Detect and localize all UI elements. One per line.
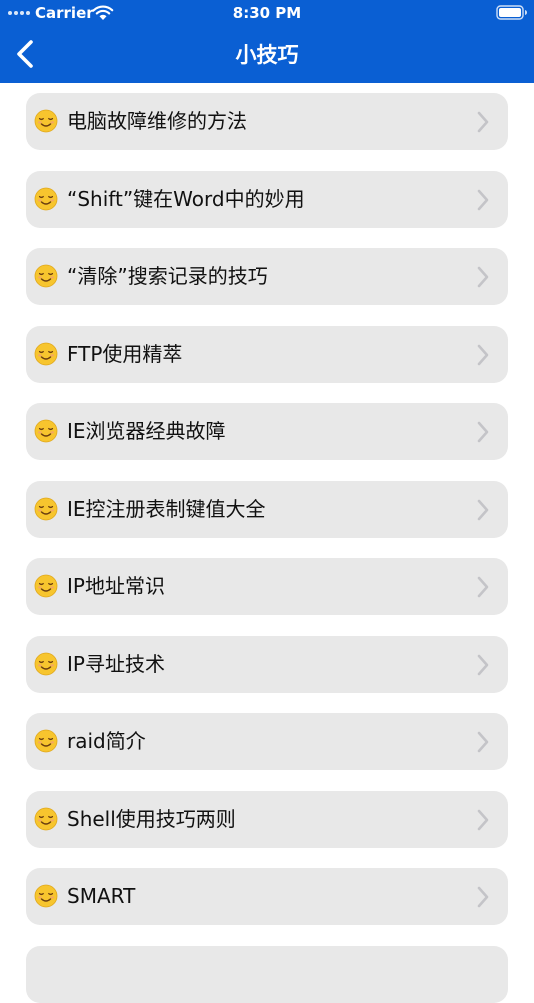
list-item[interactable]: FTP使用精萃 bbox=[26, 326, 508, 383]
chevron-right-icon bbox=[477, 576, 489, 598]
list-item-label: IP寻址技术 bbox=[67, 652, 165, 676]
chevron-right-icon bbox=[477, 111, 489, 133]
list-item-label: “清除”搜索记录的技巧 bbox=[67, 264, 268, 288]
list-item-label: Shell使用技巧两则 bbox=[67, 807, 236, 831]
status-time: 8:30 PM bbox=[232, 4, 302, 22]
smiling-face-icon bbox=[34, 574, 58, 598]
list-item-label: IE控注册表制键值大全 bbox=[67, 497, 266, 521]
list-item[interactable]: “清除”搜索记录的技巧 bbox=[26, 248, 508, 305]
navigation-header: Carrier 8:30 PM 小技巧 bbox=[0, 0, 534, 83]
chevron-right-icon bbox=[477, 809, 489, 831]
list-item-label: “Shift”键在Word中的妙用 bbox=[67, 187, 305, 211]
back-button[interactable] bbox=[10, 34, 44, 74]
list-item-label: raid简介 bbox=[67, 729, 146, 753]
smiling-face-icon bbox=[34, 342, 58, 366]
list-item[interactable]: SMART bbox=[26, 868, 508, 925]
smiling-face-icon bbox=[34, 807, 58, 831]
chevron-right-icon bbox=[477, 731, 489, 753]
smiling-face-icon bbox=[34, 729, 58, 753]
smiling-face-icon bbox=[34, 884, 58, 908]
smiling-face-icon bbox=[34, 419, 58, 443]
list-item[interactable]: Shell使用技巧两则 bbox=[26, 791, 508, 848]
list-item-label: IP地址常识 bbox=[67, 574, 165, 598]
chevron-left-icon bbox=[17, 40, 33, 68]
list-item[interactable]: raid简介 bbox=[26, 713, 508, 770]
list-item-label: 电脑故障维修的方法 bbox=[67, 109, 247, 133]
smiling-face-icon bbox=[34, 652, 58, 676]
list-item[interactable]: IP寻址技术 bbox=[26, 636, 508, 693]
chevron-right-icon bbox=[477, 421, 489, 443]
smiling-face-icon bbox=[34, 497, 58, 521]
chevron-right-icon bbox=[477, 189, 489, 211]
list-item[interactable]: “Shift”键在Word中的妙用 bbox=[26, 171, 508, 228]
chevron-right-icon bbox=[477, 499, 489, 521]
list-item-label: FTP使用精萃 bbox=[67, 342, 183, 366]
battery-icon bbox=[496, 5, 527, 20]
page-title: 小技巧 bbox=[235, 43, 299, 67]
smiling-face-icon bbox=[34, 264, 58, 288]
list-item[interactable]: IP地址常识 bbox=[26, 558, 508, 615]
list-item-label: SMART bbox=[67, 884, 136, 908]
chevron-right-icon bbox=[477, 266, 489, 288]
status-bar: Carrier 8:30 PM bbox=[0, 0, 534, 26]
list-item[interactable]: IE浏览器经典故障 bbox=[26, 403, 508, 460]
smiling-face-icon bbox=[34, 109, 58, 133]
chevron-right-icon bbox=[477, 886, 489, 908]
chevron-right-icon bbox=[477, 654, 489, 676]
chevron-right-icon bbox=[477, 344, 489, 366]
smiling-face-icon bbox=[34, 187, 58, 211]
list-item[interactable]: IE控注册表制键值大全 bbox=[26, 481, 508, 538]
list-item[interactable]: 电脑故障维修的方法 bbox=[26, 93, 508, 150]
list-item-label: IE浏览器经典故障 bbox=[67, 419, 226, 443]
list-item[interactable] bbox=[26, 946, 508, 1003]
